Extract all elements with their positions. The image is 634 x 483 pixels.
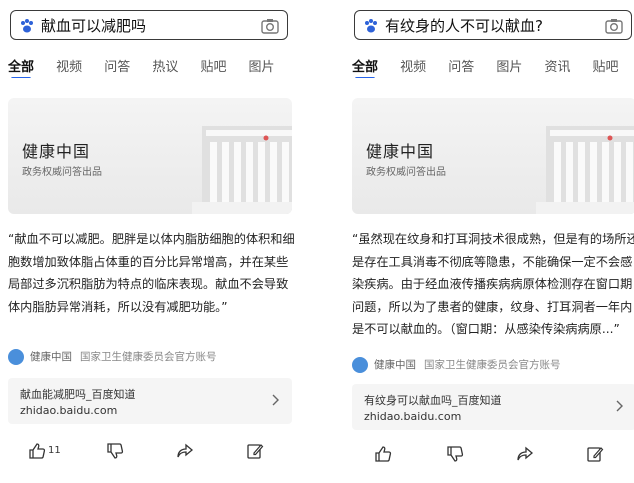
search-tabs: 全部 视频 问答 热议 贴吧 图片 xyxy=(8,56,300,78)
search-input[interactable]: 献血可以减肥吗 xyxy=(10,10,288,40)
paw-icon xyxy=(21,19,33,33)
tab-tieba[interactable]: 贴吧 xyxy=(200,56,226,75)
building-illustration xyxy=(536,126,634,214)
tab-images[interactable]: 图片 xyxy=(496,56,522,75)
source-name: 健康中国 xyxy=(30,351,72,363)
tab-all[interactable]: 全部 xyxy=(8,56,34,78)
search-tabs: 全部 视频 问答 图片 资讯 贴吧 xyxy=(352,56,634,78)
tab-news[interactable]: 资讯 xyxy=(544,56,570,75)
card-title: 健康中国 xyxy=(366,142,435,161)
like-count: 11 xyxy=(48,445,61,456)
edit-icon[interactable] xyxy=(246,442,264,460)
answer-source[interactable]: 健康中国 国家卫生健康委员会官方账号 xyxy=(352,354,561,373)
thumbs-up-icon[interactable] xyxy=(28,442,46,460)
tab-images[interactable]: 图片 xyxy=(249,56,275,75)
link-url: zhidao.baidu.com xyxy=(20,404,118,417)
thumbs-down-icon[interactable] xyxy=(446,445,464,463)
building-illustration xyxy=(192,126,292,214)
search-query-text: 献血可以减肥吗 xyxy=(41,17,147,35)
card-title: 健康中国 xyxy=(22,142,91,161)
thumbs-up-icon[interactable] xyxy=(374,445,392,463)
thumbs-down-icon[interactable] xyxy=(106,442,124,460)
link-url: zhidao.baidu.com xyxy=(364,410,462,423)
right-search-panel: 有纹身的人不可以献血? 全部 视频 问答 图片 资讯 贴吧 健康中国 政务权威问… xyxy=(348,0,634,483)
share-icon[interactable] xyxy=(516,445,534,463)
health-china-avatar xyxy=(352,356,368,373)
chevron-right-icon xyxy=(616,400,623,412)
tab-tieba[interactable]: 贴吧 xyxy=(593,56,619,75)
source-description: 国家卫生健康委员会官方账号 xyxy=(424,359,561,371)
answer-source[interactable]: 健康中国 国家卫生健康委员会官方账号 xyxy=(8,346,217,365)
share-icon[interactable] xyxy=(176,442,194,460)
tab-all[interactable]: 全部 xyxy=(352,56,378,78)
related-link[interactable]: 献血能减肥吗_百度知道 zhidao.baidu.com xyxy=(8,378,292,424)
source-name: 健康中国 xyxy=(374,359,416,371)
health-china-avatar xyxy=(8,348,24,365)
answer-text: “献血不可以减肥。肥胖是以体内脂肪细胞的体积和细胞数增加致体脂占体重的百分比异常… xyxy=(8,232,295,314)
source-description: 国家卫生健康委员会官方账号 xyxy=(80,351,217,363)
left-search-panel: 献血可以减肥吗 全部 视频 问答 热议 贴吧 图片 健康中国 政务权威问答出品 xyxy=(4,0,300,483)
search-query-text: 有纹身的人不可以献血? xyxy=(385,17,543,35)
link-title: 有纹身可以献血吗_百度知道 xyxy=(364,394,502,407)
camera-icon[interactable] xyxy=(261,18,279,34)
action-bar: 11 xyxy=(4,440,300,462)
answer-text: “虽然现在纹身和打耳洞技术很成熟，但是有的场所还是存在工具消毒不彻底等隐患，不能… xyxy=(352,232,634,336)
tab-qa[interactable]: 问答 xyxy=(448,56,474,75)
tab-video[interactable]: 视频 xyxy=(400,56,426,75)
related-link[interactable]: 有纹身可以献血吗_百度知道 zhidao.baidu.com xyxy=(352,384,634,430)
tab-hot[interactable]: 热议 xyxy=(152,56,178,75)
action-bar xyxy=(348,443,634,465)
paw-icon xyxy=(365,19,377,33)
health-china-card[interactable]: 健康中国 政务权威问答出品 xyxy=(8,98,292,214)
tab-video[interactable]: 视频 xyxy=(56,56,82,75)
chevron-right-icon xyxy=(272,394,279,406)
camera-icon[interactable] xyxy=(605,18,623,34)
health-china-card[interactable]: 健康中国 政务权威问答出品 xyxy=(352,98,634,214)
card-subtitle: 政务权威问答出品 xyxy=(22,167,102,178)
tab-qa[interactable]: 问答 xyxy=(104,56,130,75)
link-title: 献血能减肥吗_百度知道 xyxy=(20,388,136,401)
card-subtitle: 政务权威问答出品 xyxy=(366,167,446,178)
search-input[interactable]: 有纹身的人不可以献血? xyxy=(354,10,632,40)
edit-icon[interactable] xyxy=(586,445,604,463)
